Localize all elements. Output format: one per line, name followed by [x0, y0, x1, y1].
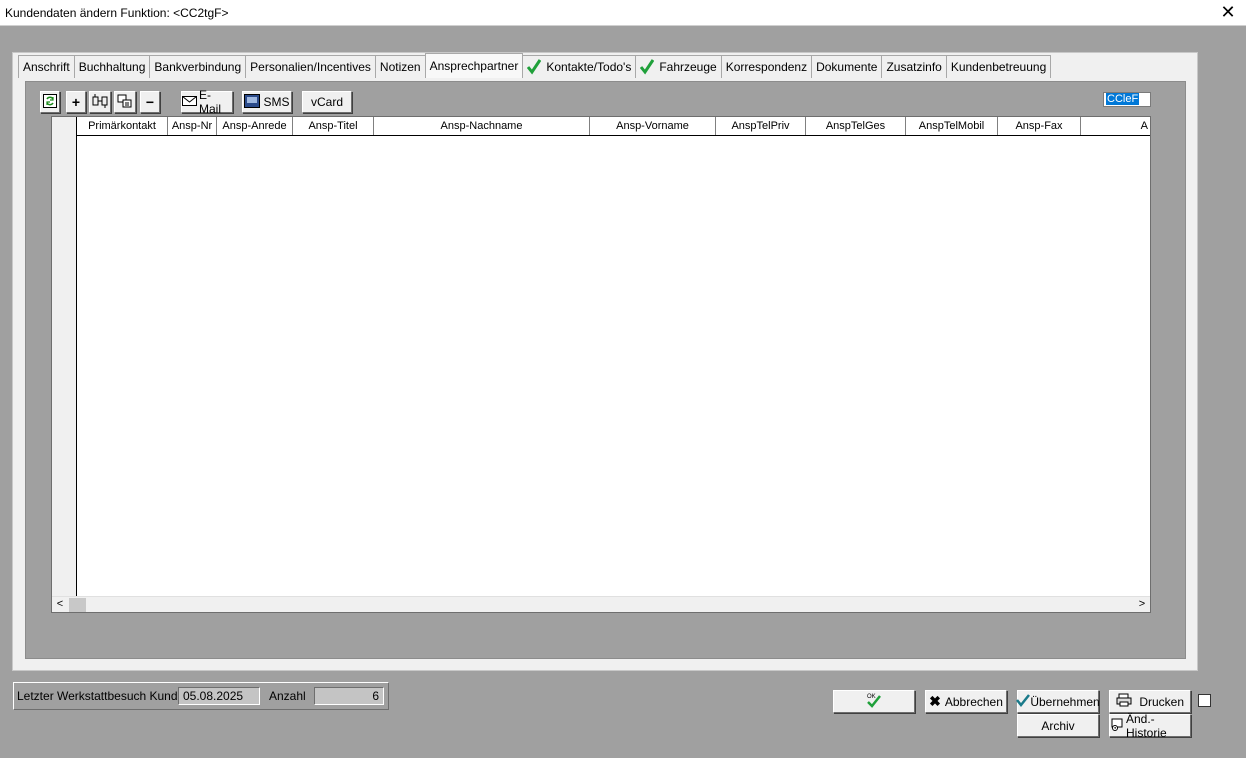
sms-label: SMS	[263, 95, 290, 109]
apply-button[interactable]: Übernehmen	[1016, 690, 1100, 713]
column-header[interactable]: Ansp-Fax	[998, 117, 1081, 135]
tab-personalien-incentives[interactable]: Personalien/Incentives	[245, 55, 376, 78]
remove-button[interactable]: −	[140, 91, 160, 113]
tab-label: Buchhaltung	[78, 60, 146, 74]
status-box: Letzter Werkstattbesuch Kunde 05.08.2025…	[13, 682, 389, 710]
tab-ansprechpartner[interactable]: Ansprechpartner	[424, 53, 524, 78]
scroll-right-icon[interactable]: >	[1134, 597, 1150, 613]
tab-korrespondenz[interactable]: Korrespondenz	[720, 55, 813, 78]
tab-label: Ansprechpartner	[429, 59, 519, 73]
history-button[interactable]: Änd.-Historie	[1109, 711, 1191, 740]
vcard-button[interactable]: vCard	[302, 91, 352, 113]
column-header[interactable]: AnspTelMobil	[906, 117, 998, 135]
tab-label: Dokumente	[816, 60, 878, 74]
count-label: Anzahl	[269, 689, 306, 703]
horizontal-scrollbar[interactable]: < >	[52, 596, 1150, 612]
print-label: Drucken	[1139, 694, 1184, 709]
refresh-icon	[43, 93, 57, 111]
title-bar: Kundendaten ändern Funktion: <CC2tgF> ✕	[0, 0, 1246, 26]
refresh-button[interactable]	[40, 91, 60, 113]
apply-label: Übernehmen	[1030, 694, 1100, 709]
tab-label: Kontakte/Todo's	[546, 60, 632, 74]
history-icon	[1110, 717, 1126, 734]
tab-zusatzinfo[interactable]: Zusatzinfo	[881, 55, 947, 78]
column-header[interactable]: Primärkontakt	[77, 117, 168, 135]
tab-kundenbetreuung[interactable]: Kundenbetreuung	[945, 55, 1052, 78]
ok-check-icon: OK	[866, 692, 882, 711]
count-value: 6	[314, 687, 384, 705]
tab-label: Bankverbindung	[154, 60, 242, 74]
copy-icon	[117, 94, 133, 111]
column-header[interactable]: AnspTelPriv	[716, 117, 806, 135]
email-label: E-Mail	[199, 88, 222, 116]
plus-icon: +	[71, 94, 81, 110]
printer-icon	[1116, 693, 1132, 710]
tab-buchhaltung[interactable]: Buchhaltung	[73, 55, 151, 78]
main-panel: Anschrift Buchhaltung Bankverbindung Per…	[12, 52, 1198, 671]
last-visit-value: 05.08.2025	[178, 687, 260, 705]
archive-button[interactable]: Archiv	[1017, 714, 1099, 737]
cclef-value: CCleF	[1106, 93, 1140, 105]
move-button[interactable]	[89, 91, 111, 113]
tab-label: Zusatzinfo	[886, 60, 942, 74]
column-header[interactable]: A	[1081, 117, 1150, 135]
print-checkbox[interactable]	[1198, 694, 1211, 707]
copy-button[interactable]	[114, 91, 136, 113]
column-header[interactable]: Ansp-Titel	[293, 117, 374, 135]
grid-header: Primärkontakt Ansp-Nr Ansp-Anrede Ansp-T…	[77, 117, 1150, 136]
tab-anschrift[interactable]: Anschrift	[18, 55, 75, 78]
apply-check-icon	[1016, 693, 1031, 710]
tab-dokumente[interactable]: Dokumente	[811, 55, 883, 78]
tab-bankverbindung[interactable]: Bankverbindung	[149, 55, 247, 78]
move-icon	[92, 93, 108, 111]
column-header[interactable]: AnspTelGes	[806, 117, 906, 135]
tab-kontakte-todos[interactable]: Kontakte/Todo's	[522, 55, 637, 78]
add-button[interactable]: +	[66, 91, 86, 113]
cancel-label: Abbrechen	[944, 694, 1003, 709]
tab-label: Fahrzeuge	[659, 60, 717, 74]
cclef-field[interactable]: CCleF	[1103, 92, 1151, 107]
tab-content-area: + − E-Mail SMS vCard CCleF Primärkontakt…	[25, 81, 1186, 659]
email-icon	[182, 95, 198, 110]
column-header[interactable]: Ansp-Anrede	[217, 117, 293, 135]
tab-strip: Anschrift Buchhaltung Bankverbindung Per…	[18, 53, 1052, 78]
close-icon[interactable]: ✕	[1218, 2, 1238, 22]
column-header[interactable]: Ansp-Nr	[168, 117, 217, 135]
email-button[interactable]: E-Mail	[181, 88, 233, 116]
svg-text:OK: OK	[867, 694, 876, 700]
history-label: Änd.-Historie	[1126, 711, 1167, 740]
scroll-left-icon[interactable]: <	[52, 597, 68, 613]
check-icon	[527, 59, 542, 75]
tab-label: Korrespondenz	[725, 60, 808, 74]
last-visit-label: Letzter Werkstattbesuch Kunde	[17, 689, 185, 703]
archive-label: Archiv	[1041, 718, 1075, 733]
column-header[interactable]: Ansp-Vorname	[590, 117, 716, 135]
tab-label: Personalien/Incentives	[250, 60, 371, 74]
row-header-column	[52, 117, 77, 597]
tab-label: Anschrift	[23, 60, 70, 74]
minus-icon: −	[145, 94, 155, 110]
ok-button[interactable]: OK	[833, 690, 915, 713]
tab-fahrzeuge[interactable]: Fahrzeuge	[635, 55, 722, 78]
tab-label: Notizen	[379, 60, 421, 74]
tab-label: Kundenbetreuung	[950, 60, 1047, 74]
window-title: Kundendaten ändern Funktion: <CC2tgF>	[5, 6, 229, 20]
cancel-button[interactable]: ✖ Abbrechen	[925, 690, 1007, 713]
sms-button[interactable]: SMS	[242, 91, 292, 113]
tab-notizen[interactable]: Notizen	[374, 55, 426, 78]
x-icon: ✖	[929, 693, 941, 709]
print-button[interactable]: Drucken	[1109, 690, 1191, 713]
scrollbar-thumb[interactable]	[69, 598, 86, 612]
column-header[interactable]: Ansp-Nachname	[374, 117, 590, 135]
vcard-label: vCard	[310, 95, 343, 109]
check-icon	[640, 59, 655, 75]
sms-icon	[244, 93, 261, 111]
contacts-grid[interactable]: Primärkontakt Ansp-Nr Ansp-Anrede Ansp-T…	[51, 116, 1151, 613]
